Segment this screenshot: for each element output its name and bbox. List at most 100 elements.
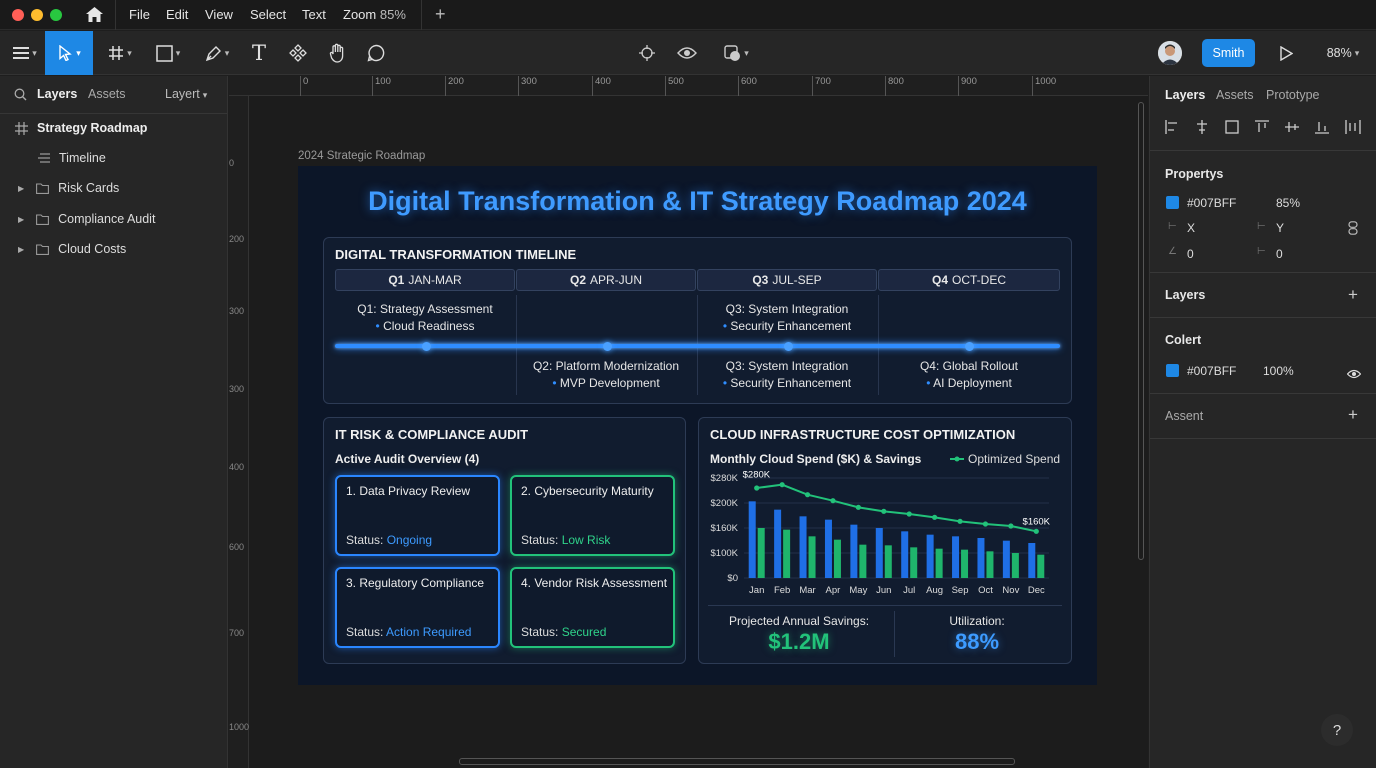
tab-layers[interactable]: Layers [1165,88,1205,102]
component-icon [289,44,307,62]
add-asset-plus-icon[interactable]: + [1348,405,1358,425]
align-left-icon[interactable] [1165,120,1179,134]
hand-tool-button[interactable] [324,31,352,75]
y-tick-label: $200K [711,498,739,509]
comment-tool-button[interactable] [362,31,390,75]
home-icon[interactable] [85,6,104,28]
audit-card-title: 1. Data Privacy Review [346,484,471,498]
menu-select[interactable]: Select [250,7,286,22]
optimized-spend-point [754,485,760,491]
search-icon[interactable] [14,88,27,106]
y-tick-label: $160K [711,523,739,534]
milestone-top: Q3: System Integration • Security Enhance… [697,301,877,335]
milestone-bottom: Q4: Global Rollout • AI Deployment [878,358,1060,392]
canvas[interactable]: 0 100 200 300 400 500 600 700 800 900 10… [229,76,1148,768]
menu-file[interactable]: File [129,7,150,22]
close-window-button[interactable] [12,9,24,21]
new-tab-button[interactable]: + [435,4,446,25]
ruler-tick: 700 [229,628,245,638]
menu-view[interactable]: View [205,7,233,22]
ruler-tick: 200 [445,76,464,96]
ruler-tick: 400 [229,462,245,472]
spend-bar [748,501,756,578]
color-hex[interactable]: #007BFF [1187,364,1236,378]
preview-button[interactable] [674,31,700,75]
menu-edit[interactable]: Edit [166,7,188,22]
tab-layers[interactable]: Layers [37,87,77,101]
layer-item-risk-cards[interactable]: ▶ Risk Cards [0,173,228,203]
maximize-window-button[interactable] [50,9,62,21]
component-tool-button[interactable] [284,31,312,75]
visibility-eye-icon[interactable] [1346,366,1362,384]
minimize-window-button[interactable] [31,9,43,21]
savings-bar [884,545,892,578]
milestone-detail: AI Deployment [933,376,1012,390]
quarter-range: OCT-DEC [952,273,1006,287]
optimized-spend-point [932,514,938,520]
main-menu-button[interactable]: ▾ [6,31,44,75]
quarter-label: Q1 [388,273,405,287]
roadmap-frame[interactable]: Digital Transformation & IT Strategy Roa… [298,166,1097,685]
mask-button[interactable]: ▾ [716,31,756,75]
align-bottom-icon[interactable] [1315,120,1329,134]
layer-dropdown[interactable]: Layert ▾ [165,87,207,101]
pen-tool-button[interactable]: ▾ [196,31,238,75]
link-icon[interactable] [1348,221,1358,240]
caret-right-icon[interactable]: ▶ [18,184,24,193]
rectangle-tool-button[interactable]: ▾ [146,31,190,75]
tab-assets[interactable]: Assets [88,87,126,101]
caret-right-icon[interactable]: ▶ [18,245,24,254]
audit-card[interactable]: 4. Vendor Risk Assessment Status: Secure… [510,567,675,648]
dev-mode-button[interactable] [634,31,660,75]
present-button[interactable] [1273,31,1299,75]
align-horizontal-center-icon[interactable] [1195,120,1209,134]
layer-item-cloud-costs[interactable]: ▶ Cloud Costs [0,234,228,264]
fill-hex[interactable]: #007BFF [1187,196,1236,210]
caret-right-icon[interactable]: ▶ [18,215,24,224]
audit-card[interactable]: 1. Data Privacy Review Status: Ongoing [335,475,500,556]
vertical-scrollbar[interactable] [1138,102,1144,560]
y-label: Y [1276,221,1285,235]
help-button[interactable]: ? [1321,714,1353,746]
hand-icon [329,43,344,63]
add-layer-plus-icon[interactable]: + [1348,285,1358,305]
utilization-label: Utilization: [949,614,1005,628]
zoom-label: Zoom [343,7,377,22]
align-frame-icon[interactable] [1225,120,1239,134]
zoom-value: 85% [379,7,406,22]
x-tick-label: May [849,585,867,596]
ruler-tick: 400 [592,76,611,96]
color-opacity[interactable]: 100% [1263,364,1294,378]
avatar[interactable] [1158,41,1182,65]
menu-zoom[interactable]: Zoom 85% [343,7,406,22]
layer-item-timeline[interactable]: Timeline [0,143,228,173]
distribute-icon[interactable] [1345,120,1361,134]
optimized-spend-point [779,482,785,488]
audit-card[interactable]: 3. Regulatory Compliance Status: Action … [335,567,500,648]
right-panel: Layers Assets Prototype Propertys #007BF… [1149,76,1376,768]
layer-root[interactable]: Strategy Roadmap [0,113,228,143]
audit-card[interactable]: 2. Cybersecurity Maturity Status: Low Ri… [510,475,675,556]
tab-prototype[interactable]: Prototype [1266,88,1320,102]
align-top-icon[interactable] [1255,120,1269,134]
savings-value: $1.2M [768,629,830,654]
move-tool-button[interactable]: ▾ [45,31,93,75]
zoom-dropdown[interactable]: 88% ▾ [1318,31,1368,75]
fill-opacity[interactable]: 85% [1276,196,1300,210]
savings-bar [1037,554,1045,578]
share-user-button[interactable]: Smith [1202,39,1255,67]
horizontal-scrollbar[interactable] [459,758,1015,765]
x-value[interactable]: 0 [1187,247,1194,261]
spend-bar [1028,543,1036,578]
tab-assets[interactable]: Assets [1216,88,1254,102]
radius-icon: ⊢ [1257,246,1266,257]
text-icon[interactable]: T [245,31,273,75]
layer-item-compliance-audit[interactable]: ▶ Compliance Audit [0,204,228,234]
fill-swatch[interactable] [1166,196,1179,209]
frame-label[interactable]: 2024 Strategic Roadmap [298,150,425,162]
frame-tool-button[interactable]: ▾ [100,31,140,75]
y-value[interactable]: 0 [1276,247,1283,261]
menu-text[interactable]: Text [302,7,326,22]
align-vertical-center-icon[interactable] [1285,120,1299,134]
color-swatch[interactable] [1166,364,1179,377]
